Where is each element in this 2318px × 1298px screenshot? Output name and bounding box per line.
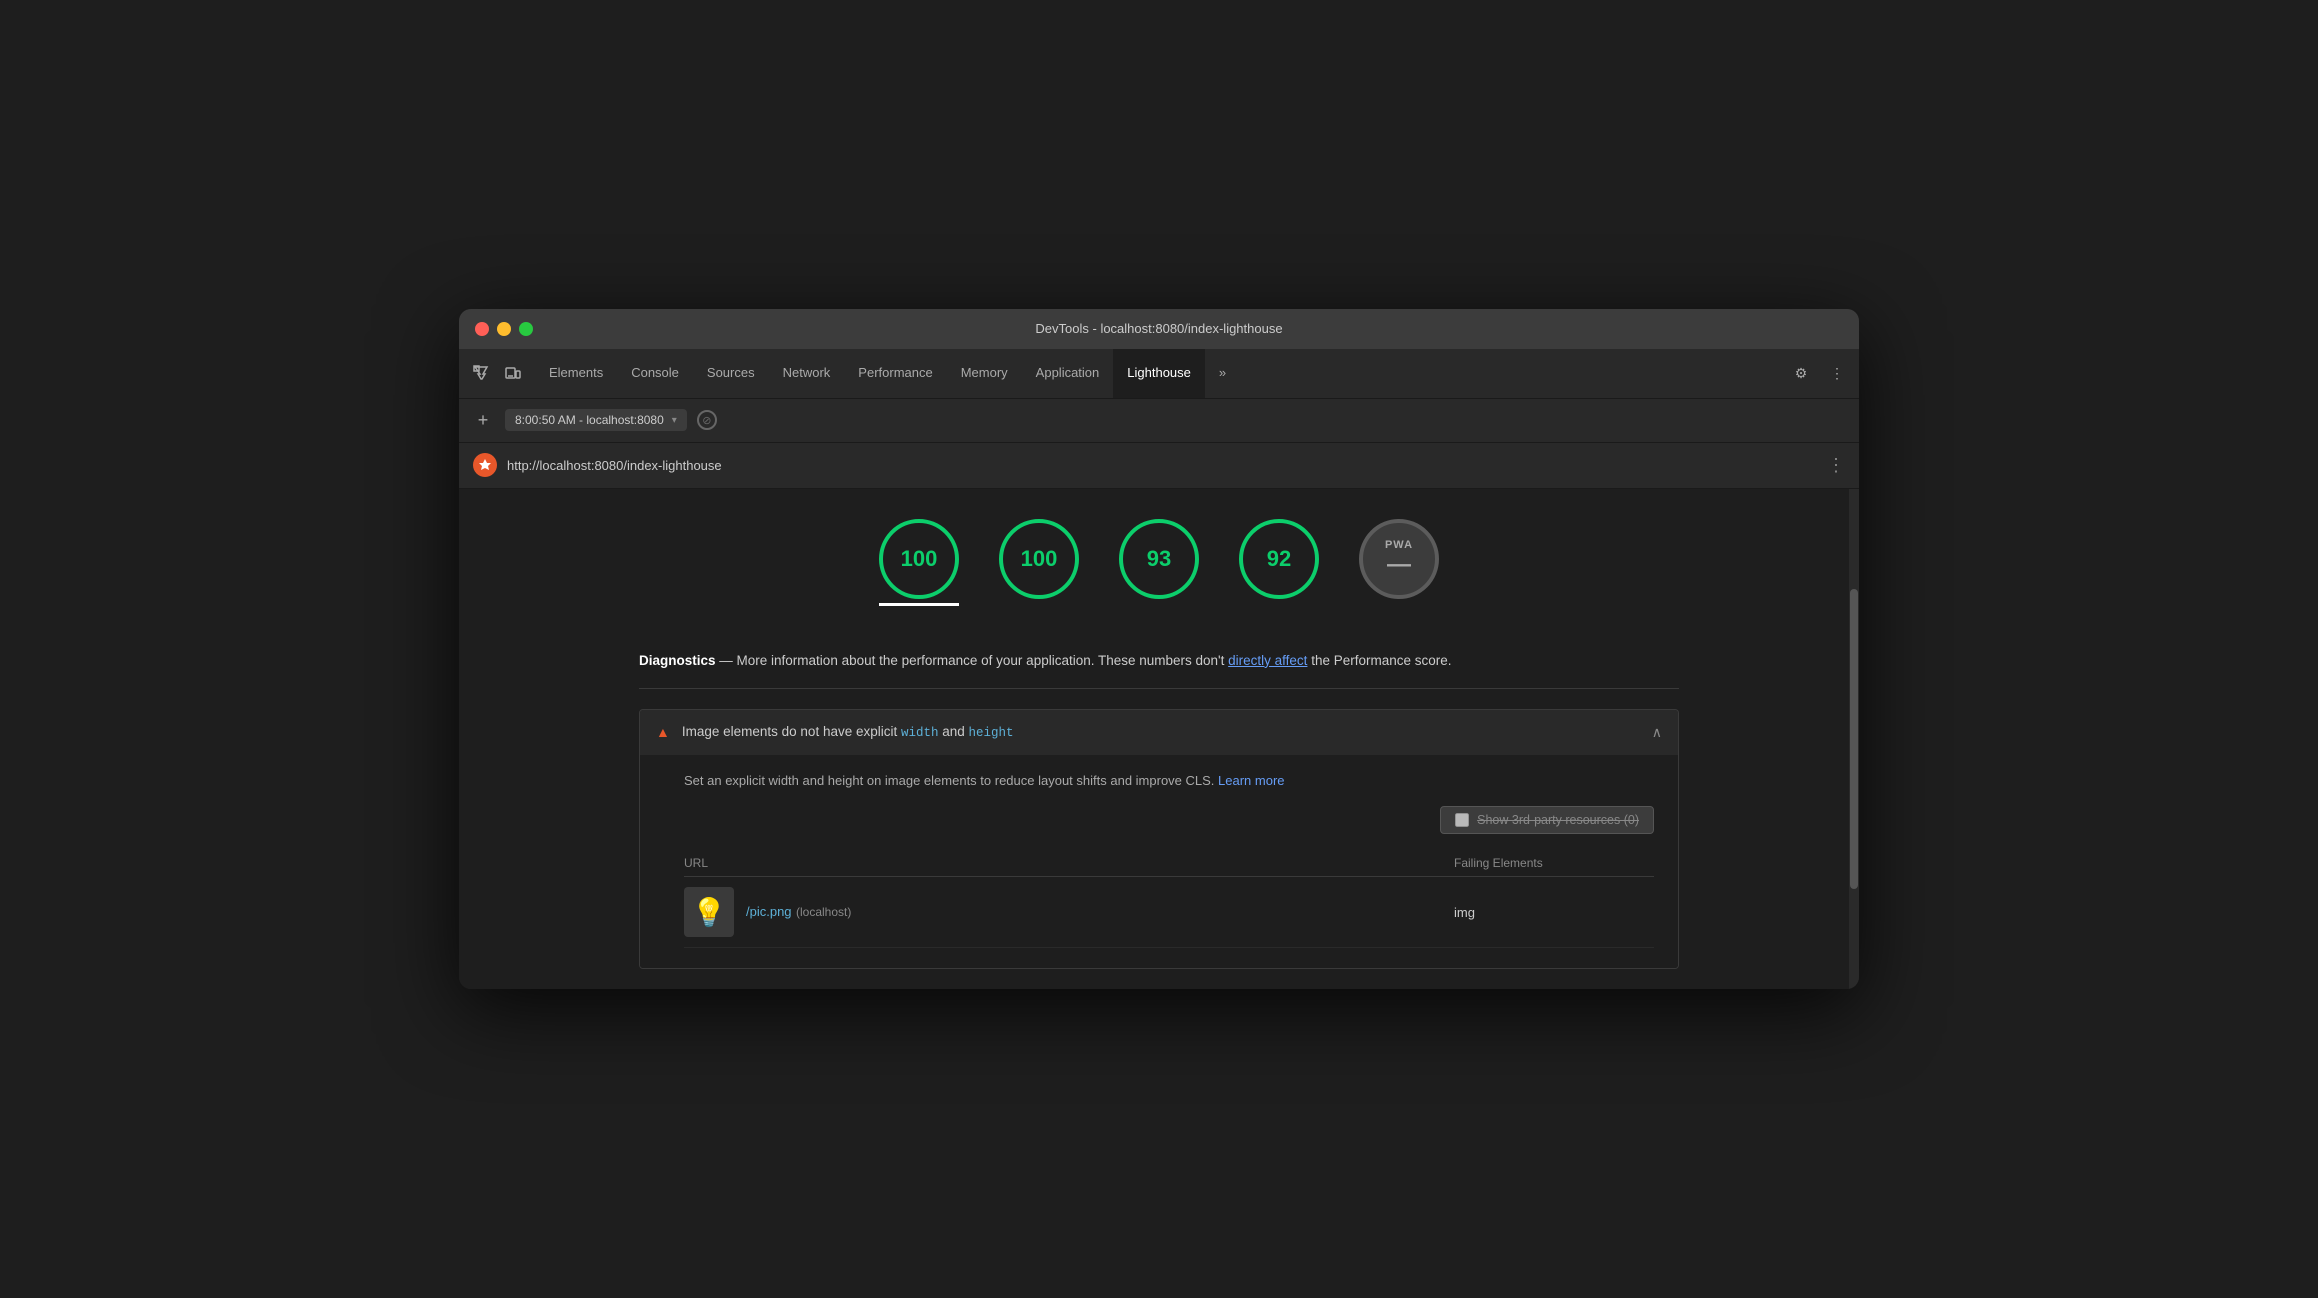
inspect-icon[interactable] [467,359,495,387]
tab-performance[interactable]: Performance [844,349,946,398]
warning-icon: ▲ [656,724,670,740]
lighthouse-url: http://localhost:8080/index-lighthouse [507,458,1817,473]
main-content: 100 100 93 92 [459,489,1859,989]
lighthouse-logo-icon [473,453,497,477]
minimize-button[interactable] [497,322,511,336]
audit-title: Image elements do not have explicit widt… [682,724,1640,740]
tab-memory[interactable]: Memory [947,349,1022,398]
title-bar: DevTools - localhost:8080/index-lighthou… [459,309,1859,349]
audit-table: URL Failing Elements 💡 /pic.png (local [684,850,1654,948]
window-title: DevTools - localhost:8080/index-lighthou… [1035,321,1282,336]
scores-row: 100 100 93 92 [459,489,1859,630]
tab-lighthouse[interactable]: Lighthouse [1113,349,1205,398]
score-pwa[interactable]: PWA — [1359,519,1439,606]
stop-icon: ⊘ [697,410,717,430]
gauge-circle-pwa: PWA — [1359,519,1439,599]
height-code: height [969,726,1014,740]
scrollbar-thumb[interactable] [1850,589,1858,889]
score-best-practices[interactable]: 93 [1119,519,1199,606]
col-failing-header: Failing Elements [1454,856,1654,870]
device-icon[interactable] [499,359,527,387]
thumbnail-image: 💡 [684,887,734,937]
tab-console[interactable]: Console [617,349,693,398]
gauge-circle-seo: 92 [1239,519,1319,599]
audit-header[interactable]: ▲ Image elements do not have explicit wi… [640,710,1678,755]
tab-elements[interactable]: Elements [535,349,617,398]
table-row: 💡 /pic.png (localhost) img [684,877,1654,948]
third-party-checkbox-input[interactable] [1455,813,1469,827]
audit-description: Set an explicit width and height on imag… [684,771,1654,791]
gauge-circle-best-practices: 93 [1119,519,1199,599]
score-seo[interactable]: 92 [1239,519,1319,606]
third-party-row: Show 3rd-party resources (0) [684,806,1654,834]
directly-affect-link[interactable]: directly affect [1228,653,1307,668]
scrollbar-track[interactable] [1849,489,1859,989]
score-performance[interactable]: 100 [879,519,959,606]
traffic-lights [475,322,533,336]
devtools-window: DevTools - localhost:8080/index-lighthou… [459,309,1859,989]
tab-bar-left-icons [467,349,527,398]
lighthouse-header-bar: http://localhost:8080/index-lighthouse ⋮ [459,443,1859,489]
cell-url-content: /pic.png (localhost) [746,903,851,921]
audit-body: Set an explicit width and height on imag… [640,755,1678,969]
tab-application[interactable]: Application [1022,349,1114,398]
gauge-underline [879,603,959,606]
resource-url-link[interactable]: /pic.png [746,904,792,919]
diagnostics-section: Diagnostics — More information about the… [459,630,1859,989]
tab-sources[interactable]: Sources [693,349,769,398]
audit-item: ▲ Image elements do not have explicit wi… [639,709,1679,970]
settings-icon[interactable]: ⚙ [1787,359,1815,387]
url-bar[interactable]: 8:00:50 AM - localhost:8080 ▾ [505,409,687,431]
tab-more[interactable]: » [1205,349,1240,398]
close-button[interactable] [475,322,489,336]
tab-bar: Elements Console Sources Network Perform… [459,349,1859,399]
lighthouse-more-icon[interactable]: ⋮ [1827,455,1845,476]
tab-bar-right-icons: ⚙ ⋮ [1787,349,1851,398]
cell-failing: img [1454,905,1654,920]
gauge-circle-performance: 100 [879,519,959,599]
score-accessibility[interactable]: 100 [999,519,1079,606]
collapse-icon[interactable]: ∧ [1652,724,1662,741]
tabs: Elements Console Sources Network Perform… [535,349,1779,398]
col-url-header: URL [684,856,1454,870]
table-header-row: URL Failing Elements [684,850,1654,877]
add-tab-button[interactable]: + [471,410,495,431]
learn-more-link[interactable]: Learn more [1218,773,1284,788]
gauge-circle-accessibility: 100 [999,519,1079,599]
address-bar: + 8:00:50 AM - localhost:8080 ▾ ⊘ [459,399,1859,443]
more-options-icon[interactable]: ⋮ [1823,359,1851,387]
diagnostics-header: Diagnostics — More information about the… [639,650,1679,689]
width-code: width [901,726,939,740]
maximize-button[interactable] [519,322,533,336]
cell-url: 💡 /pic.png (localhost) [684,887,1454,937]
third-party-checkbox-label[interactable]: Show 3rd-party resources (0) [1440,806,1654,834]
resource-host: (localhost) [796,905,851,919]
tab-network[interactable]: Network [769,349,845,398]
